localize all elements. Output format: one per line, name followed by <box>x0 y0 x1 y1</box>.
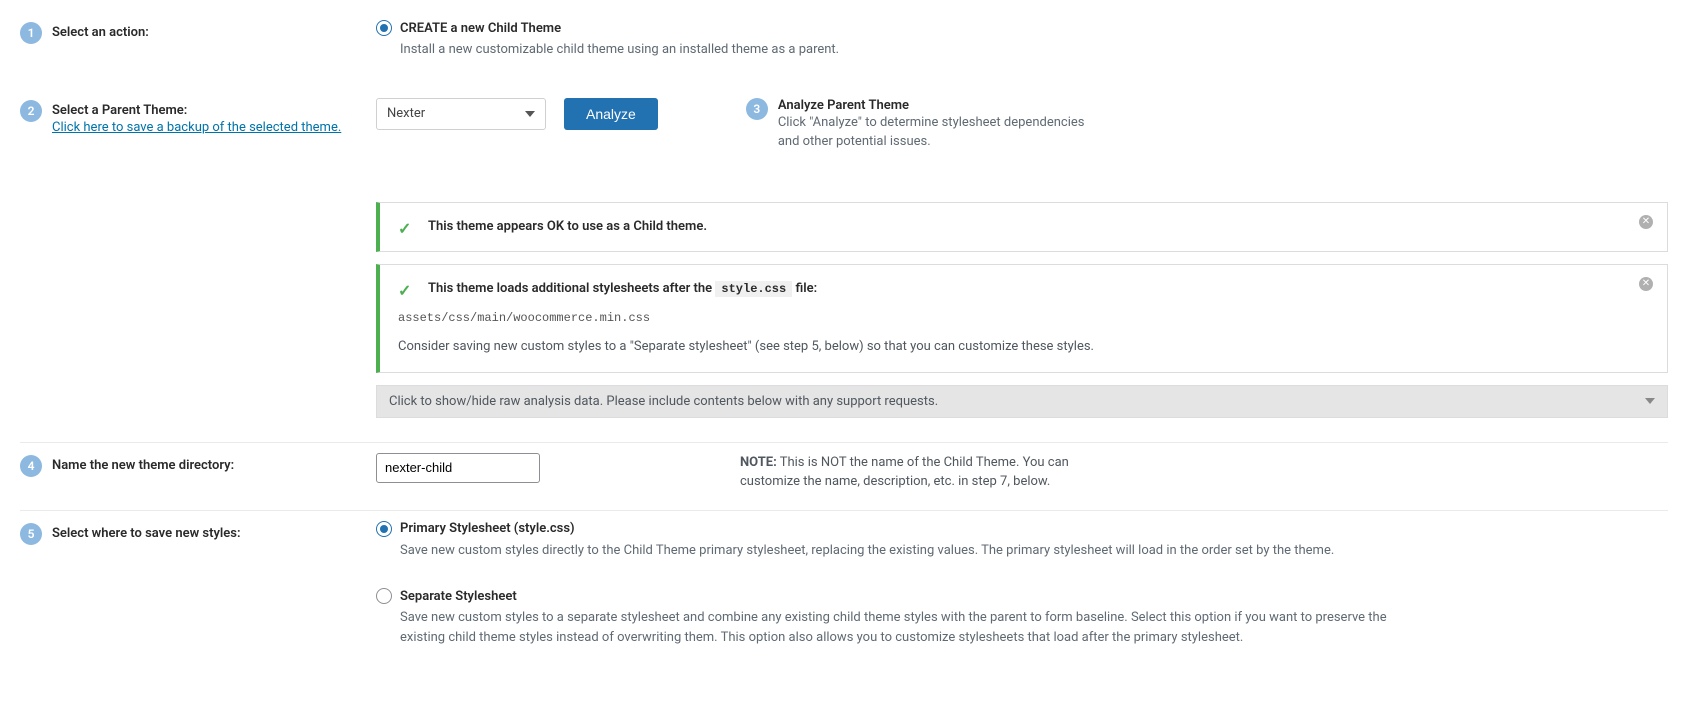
section-select-action: 1 Select an action: CREATE a new Child T… <box>20 10 1668 88</box>
primary-desc: Save new custom styles directly to the C… <box>400 541 1668 561</box>
step-4-content: NOTE: This is NOT the name of the Child … <box>376 453 1668 492</box>
close-icon[interactable]: ✕ <box>1639 277 1653 291</box>
alert-theme-ok: ✓ This theme appears OK to use as a Chil… <box>376 202 1668 252</box>
parent-theme-value: Nexter <box>387 106 425 121</box>
step-2-label: Select a Parent Theme: <box>52 100 341 118</box>
step-3-block: 3 Analyze Parent Theme Click "Analyze" t… <box>746 98 1088 152</box>
chevron-down-icon <box>1645 398 1655 404</box>
toggle-text: Click to show/hide raw analysis data. Pl… <box>389 394 938 409</box>
radio-create-label: CREATE a new Child Theme <box>400 21 561 36</box>
section-save-styles: 5 Select where to save new styles: Prima… <box>20 511 1668 666</box>
section-parent-theme: 2 Select a Parent Theme: Click here to s… <box>20 88 1668 443</box>
check-icon: ✓ <box>398 217 411 242</box>
step-1-badge: 1 <box>20 22 42 44</box>
step-3-desc: Click "Analyze" to determine stylesheet … <box>778 113 1088 152</box>
theme-directory-input[interactable] <box>376 453 540 483</box>
primary-label: Primary Stylesheet (style.css) <box>400 521 575 536</box>
close-icon[interactable]: ✕ <box>1639 215 1653 229</box>
radio-primary-stylesheet[interactable]: Primary Stylesheet (style.css) <box>376 521 1668 537</box>
parent-theme-select[interactable]: Nexter <box>376 98 546 130</box>
toggle-raw-analysis[interactable]: Click to show/hide raw analysis data. Pl… <box>376 385 1668 418</box>
step-5-header: 5 Select where to save new styles: <box>20 521 376 545</box>
step-3-title: Analyze Parent Theme <box>778 98 1088 113</box>
backup-link[interactable]: Click here to save a backup of the selec… <box>52 120 341 135</box>
radio-create-desc: Install a new customizable child theme u… <box>400 40 1668 60</box>
step-1-content: CREATE a new Child Theme Install a new c… <box>376 20 1668 60</box>
step-3-badge: 3 <box>746 98 768 120</box>
step-1-label: Select an action: <box>52 22 149 40</box>
alert2-para: Consider saving new custom styles to a "… <box>398 337 1627 357</box>
radio-create-child-theme[interactable]: CREATE a new Child Theme <box>376 20 1668 36</box>
step-2-header: 2 Select a Parent Theme: Click here to s… <box>20 98 376 135</box>
alert2-suffix: file: <box>795 281 817 296</box>
analysis-alerts: ✓ This theme appears OK to use as a Chil… <box>376 202 1668 373</box>
step-1-header: 1 Select an action: <box>20 20 376 44</box>
step-5-label: Select where to save new styles: <box>52 523 241 541</box>
radio-separate-stylesheet[interactable]: Separate Stylesheet <box>376 588 1668 604</box>
check-icon: ✓ <box>398 279 411 304</box>
section-name-directory: 4 Name the new theme directory: NOTE: Th… <box>20 443 1668 511</box>
step-4-header: 4 Name the new theme directory: <box>20 453 376 477</box>
radio-icon <box>376 20 392 36</box>
step-5-badge: 5 <box>20 523 42 545</box>
radio-icon <box>376 588 392 604</box>
step-4-label: Name the new theme directory: <box>52 455 234 473</box>
step-2-badge: 2 <box>20 100 42 122</box>
step-4-badge: 4 <box>20 455 42 477</box>
code-style-css: style.css <box>715 281 792 297</box>
note-text: This is NOT the name of the Child Theme.… <box>740 455 1069 490</box>
note-label: NOTE: <box>740 455 777 470</box>
analyze-button[interactable]: Analyze <box>564 98 658 130</box>
separate-label: Separate Stylesheet <box>400 589 517 604</box>
alert2-prefix: This theme loads additional stylesheets … <box>428 281 715 296</box>
stylesheet-path: assets/css/main/woocommerce.min.css <box>398 309 1627 328</box>
alert-ok-text: This theme appears OK to use as a Child … <box>428 219 707 234</box>
alert2-line: This theme loads additional stylesheets … <box>428 281 817 296</box>
separate-desc: Save new custom styles to a separate sty… <box>400 608 1400 647</box>
step-2-content: Nexter Analyze 3 Analyze Parent Theme Cl… <box>376 98 1668 418</box>
chevron-down-icon <box>525 111 535 117</box>
alert-additional-stylesheets: ✓ This theme loads additional stylesheet… <box>376 264 1668 373</box>
directory-note: NOTE: This is NOT the name of the Child … <box>740 453 1070 492</box>
step-5-content: Primary Stylesheet (style.css) Save new … <box>376 521 1668 648</box>
radio-icon <box>376 521 392 537</box>
